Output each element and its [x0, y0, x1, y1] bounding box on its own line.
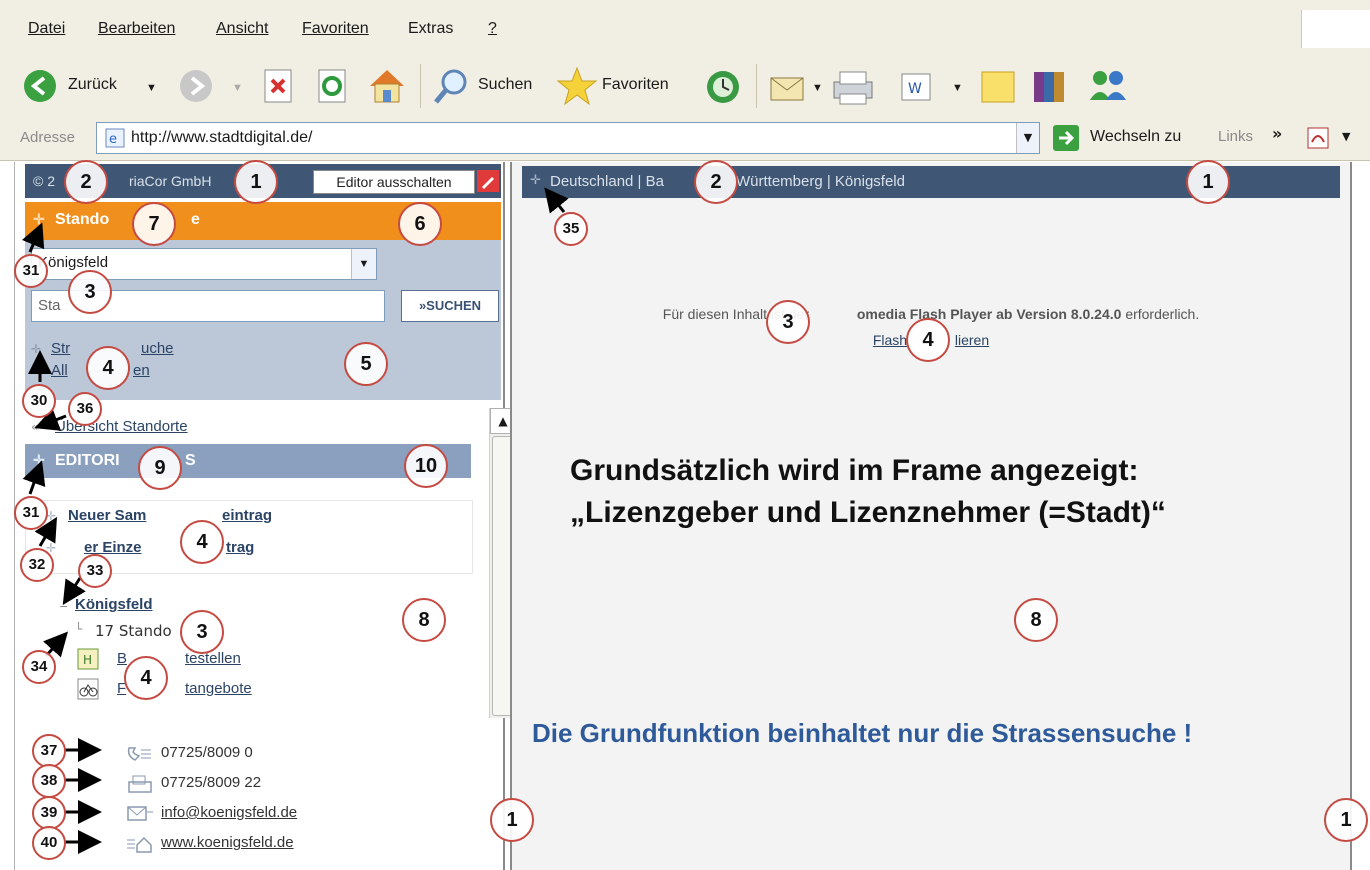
callout-38: 38	[32, 764, 66, 798]
callout-3: 3	[68, 270, 112, 314]
callout-1: 1	[1186, 160, 1230, 204]
callout-2: 2	[694, 160, 738, 204]
callout-4: 4	[86, 346, 130, 390]
annotation-arrows	[22, 187, 569, 854]
callout-4: 4	[906, 318, 950, 362]
callout-35: 35	[554, 212, 588, 246]
callout-40: 40	[32, 826, 66, 860]
callout-34: 34	[22, 650, 56, 684]
callout-1: 1	[1324, 798, 1368, 842]
callout-1: 1	[490, 798, 534, 842]
callout-32: 32	[20, 548, 54, 582]
callout-3: 3	[766, 300, 810, 344]
callout-31: 31	[14, 254, 48, 288]
callout-3: 3	[180, 610, 224, 654]
callout-30: 30	[22, 384, 56, 418]
callout-10: 10	[404, 444, 448, 488]
callout-1: 1	[234, 160, 278, 204]
callout-9: 9	[138, 446, 182, 490]
callout-2: 2	[64, 160, 108, 204]
callout-8: 8	[1014, 598, 1058, 642]
callout-7: 7	[132, 202, 176, 246]
callout-37: 37	[32, 734, 66, 768]
callout-8: 8	[402, 598, 446, 642]
callout-4: 4	[180, 520, 224, 564]
callout-6: 6	[398, 202, 442, 246]
callout-33: 33	[78, 554, 112, 588]
callout-31: 31	[14, 496, 48, 530]
callout-39: 39	[32, 796, 66, 830]
callout-36: 36	[68, 392, 102, 426]
callout-4: 4	[124, 656, 168, 700]
callout-5: 5	[344, 342, 388, 386]
